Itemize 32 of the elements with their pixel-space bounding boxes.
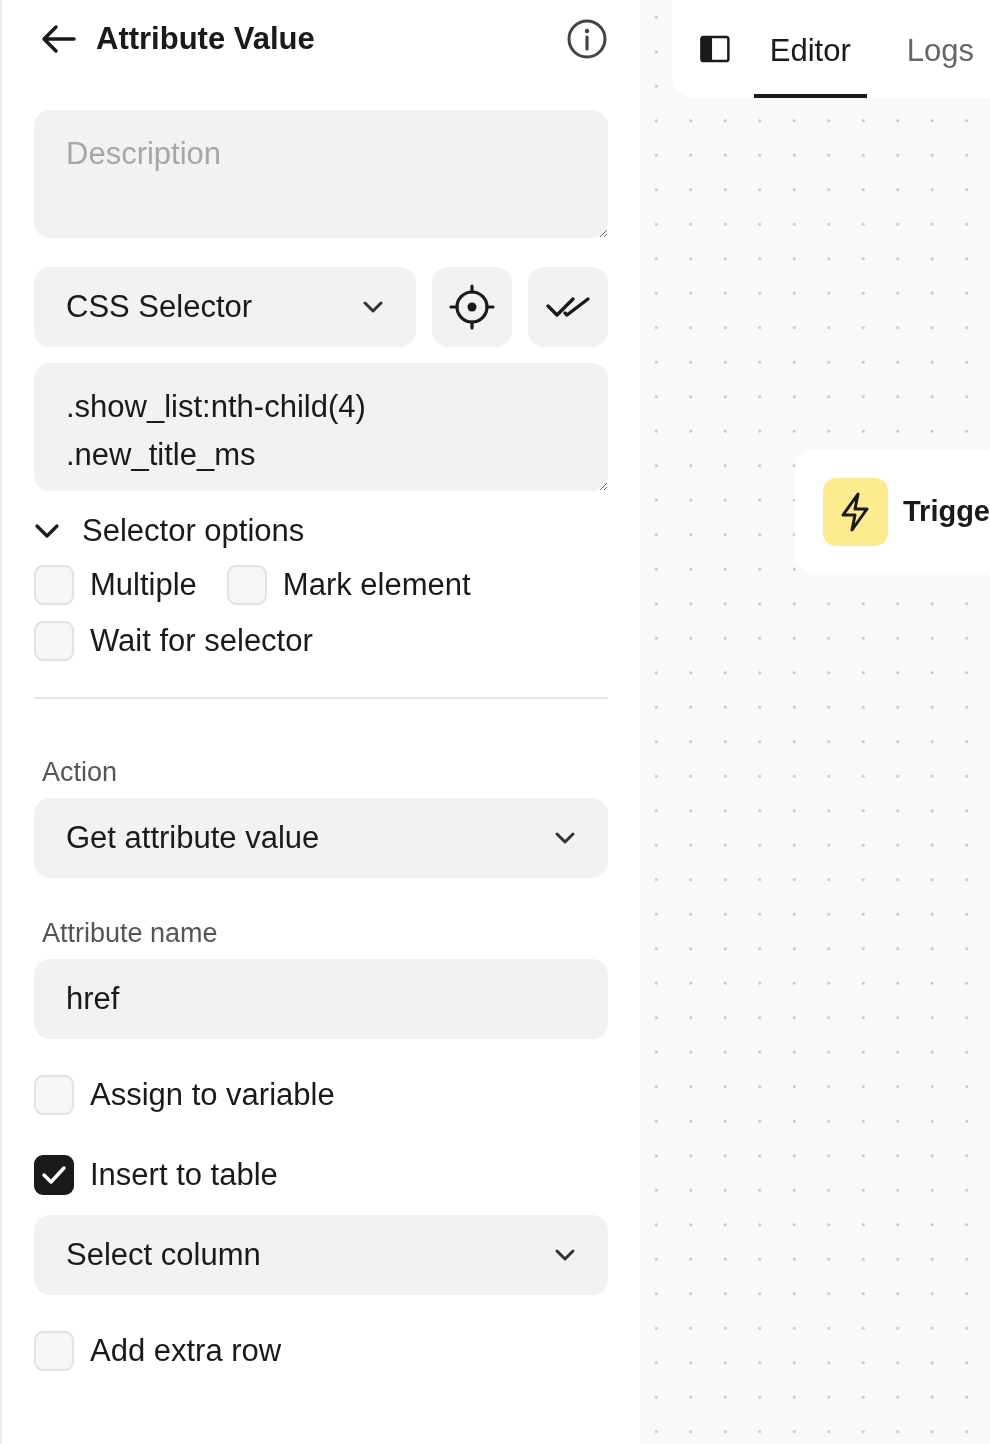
attribute-name-field[interactable]: href [34, 959, 608, 1039]
selector-options-toggle[interactable]: Selector options [34, 513, 305, 549]
chevron-down-icon [34, 523, 60, 539]
chevron-down-icon [554, 831, 576, 845]
pick-element-button[interactable] [432, 267, 512, 347]
checkbox-option[interactable]: Insert to table [34, 1155, 278, 1195]
checkbox-option[interactable]: Wait for selector [34, 621, 313, 661]
checkbox-option[interactable]: Mark element [226, 565, 471, 605]
field-label: Attribute name [42, 918, 219, 949]
checkbox-option[interactable]: Add extra row [34, 1331, 282, 1371]
chevron-down-icon [554, 1248, 576, 1262]
tab[interactable]: Editor [753, 0, 867, 98]
check-icon [41, 1165, 67, 1185]
action-dropdown[interactable]: Get attribute value [34, 798, 608, 878]
panel-title: Attribute Value [96, 21, 316, 57]
field-label: Action [42, 757, 119, 788]
back-arrow-icon[interactable] [40, 24, 76, 54]
chevron-down-icon [362, 300, 384, 314]
lightning-icon [823, 477, 888, 546]
description-field[interactable]: Description [34, 110, 608, 238]
checkbox[interactable] [34, 1155, 74, 1195]
crosshair-icon [449, 284, 495, 330]
selector-type-dropdown[interactable]: CSS Selector [34, 267, 416, 347]
column-dropdown[interactable]: Select column [34, 1215, 608, 1295]
checkbox-option[interactable]: Assign to variable [34, 1075, 335, 1115]
double-check-icon [545, 294, 591, 320]
trigger-node[interactable]: Trigge [795, 450, 990, 573]
verify-selector-button[interactable] [528, 267, 608, 347]
selector-field[interactable]: .show_list:nth-child(4) .new_title_ms [34, 363, 608, 491]
tab[interactable]: Logs [890, 0, 990, 98]
checkbox-option[interactable]: Multiple [34, 565, 197, 605]
info-icon[interactable] [566, 18, 608, 60]
